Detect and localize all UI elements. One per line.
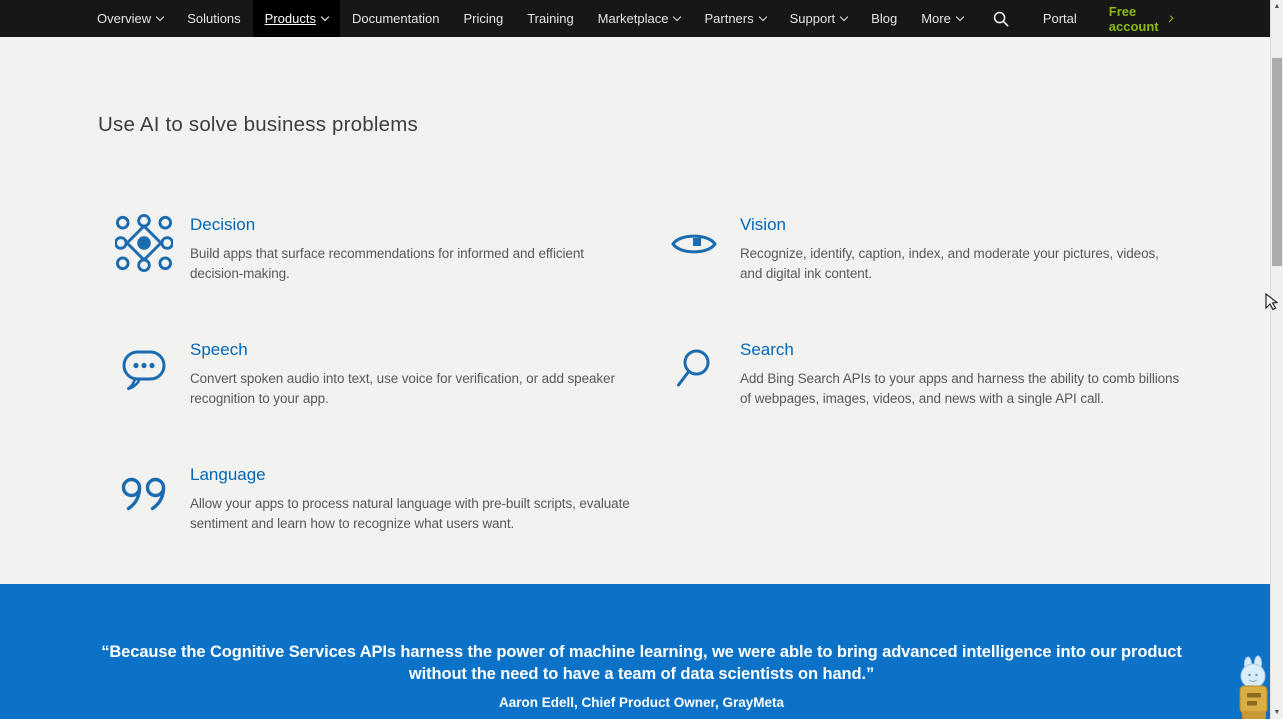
nav-item-blog[interactable]: Blog (859, 0, 909, 37)
feature-decision: Decision Build apps that surface recomme… (98, 214, 648, 339)
nav-item-solutions[interactable]: Solutions (175, 0, 252, 37)
decision-icon (115, 214, 173, 272)
nav-menu: Overview Solutions Products Documentatio… (85, 0, 975, 37)
nav-item-more[interactable]: More (909, 0, 975, 37)
quote-attribution: Aaron Edell, Chief Product Owner, GrayMe… (498, 695, 785, 710)
nav-item-pricing[interactable]: Pricing (451, 0, 515, 37)
feature-link-search[interactable]: Search (740, 339, 794, 361)
mascot-overlay (1239, 655, 1268, 719)
feature-language: Language Allow your apps to process natu… (98, 464, 648, 589)
vision-icon (671, 234, 717, 254)
chevron-down-icon (155, 12, 165, 22)
speech-icon (122, 350, 166, 390)
feature-speech: Speech Convert spoken audio into text, u… (98, 339, 648, 464)
chevron-down-icon (673, 12, 682, 22)
nav-item-documentation[interactable]: Documentation (340, 0, 451, 37)
nav-item-support[interactable]: Support (778, 0, 860, 37)
nav-item-training[interactable]: Training (515, 0, 585, 37)
free-account-link[interactable]: Free account (1093, 0, 1189, 37)
nav-item-products[interactable]: Products (252, 0, 340, 37)
feature-desc-language: Allow your apps to process natural langu… (190, 496, 630, 531)
nav-item-overview[interactable]: Overview (85, 0, 175, 37)
scrollbar-track[interactable]: ▲ ▼ (1270, 0, 1283, 719)
chevron-down-icon (320, 12, 330, 22)
chevron-down-icon (955, 12, 965, 22)
feature-desc-speech: Convert spoken audio into text, use voic… (190, 371, 615, 406)
customer-quote: “Because the Cognitive Services APIs har… (101, 643, 1182, 683)
scrollbar-thumb[interactable] (1272, 58, 1282, 266)
feature-link-vision[interactable]: Vision (740, 214, 786, 236)
chevron-down-icon (758, 12, 767, 22)
portal-link[interactable]: Portal (1027, 0, 1093, 37)
scroll-up-arrow[interactable]: ▲ (1271, 3, 1283, 10)
page-title: Use AI to solve business problems (98, 113, 418, 136)
language-icon (121, 477, 166, 511)
nav-right-group: Portal Free account (975, 0, 1189, 37)
top-navbar: Overview Solutions Products Documentatio… (0, 0, 1271, 37)
search-feature-icon (677, 349, 710, 387)
feature-link-speech[interactable]: Speech (190, 339, 248, 361)
chevron-down-icon (839, 12, 849, 22)
feature-desc-search: Add Bing Search APIs to your apps and ha… (740, 371, 1180, 406)
chevron-right-icon (1166, 14, 1175, 23)
nav-item-marketplace[interactable]: Marketplace (586, 0, 693, 37)
nav-item-partners[interactable]: Partners (692, 0, 777, 37)
feature-link-decision[interactable]: Decision (190, 214, 255, 236)
feature-desc-vision: Recognize, identify, caption, index, and… (740, 246, 1159, 281)
feature-link-language[interactable]: Language (190, 464, 266, 486)
feature-desc-decision: Build apps that surface recommendations … (190, 246, 584, 281)
feature-grid: Decision Build apps that surface recomme… (98, 214, 1180, 589)
quote-band: “Because the Cognitive Services APIs har… (0, 584, 1283, 719)
feature-vision: Vision Recognize, identify, caption, ind… (648, 214, 1180, 339)
search-icon[interactable] (975, 0, 1027, 37)
feature-search: Search Add Bing Search APIs to your apps… (648, 339, 1180, 464)
